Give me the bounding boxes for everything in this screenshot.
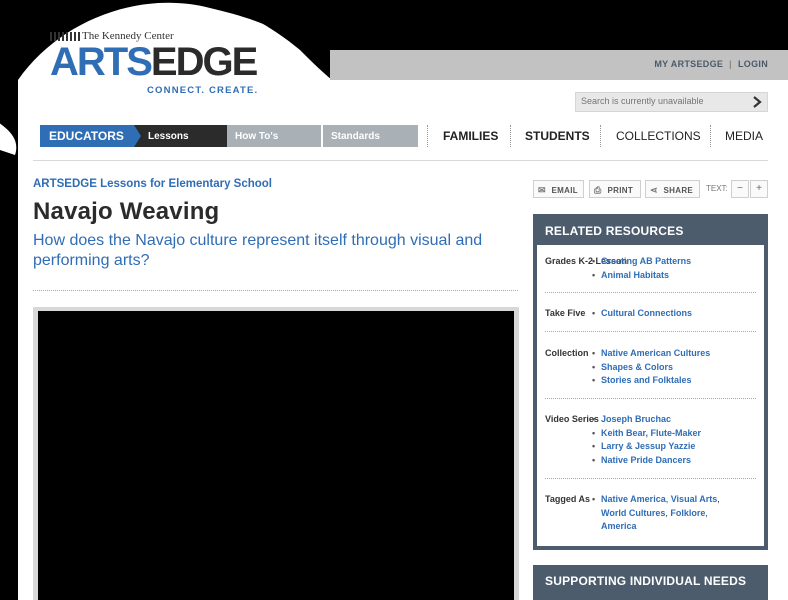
login-link[interactable]: LOGIN [738,59,768,69]
printer-icon: ⎙ [594,185,602,195]
text-increase-button[interactable]: + [750,180,768,198]
section-divider [545,292,756,293]
nav-media[interactable]: MEDIA [725,129,763,143]
section-divider [545,478,756,479]
list-item[interactable]: • Native American Cultures [592,347,710,361]
tab-educators[interactable]: EDUCATORS [40,125,134,147]
tag-list: • Native America, Visual Arts, World Cult… [592,494,720,531]
text-decrease-button[interactable]: − [731,180,749,198]
video-player[interactable] [38,311,514,600]
list-item[interactable]: • Native Pride Dancers [592,454,701,468]
list-item[interactable]: • Cultural Connections [592,307,692,321]
section-label-take-five: Take Five [545,308,586,318]
chevron-right-icon[interactable] [749,94,765,110]
email-button[interactable]: ✉ EMAIL [533,180,584,198]
print-button[interactable]: ⎙ PRINT [589,180,641,198]
section-divider [545,331,756,332]
list-item[interactable]: • Keith Bear, Flute-Maker [592,427,701,441]
section-label-video-series: Video Series [545,414,599,424]
list-item[interactable]: • Stories and Folktales [592,374,710,388]
breadcrumb[interactable]: ARTSEDGE Lessons for Elementary School [33,178,272,190]
supporting-needs-panel: SUPPORTING INDIVIDUAL NEEDS [533,565,768,600]
share-button[interactable]: ⋖ SHARE [645,180,700,198]
main-nav: EDUCATORS Lessons How To's Standards FAM… [40,125,770,147]
nav-divider [510,125,511,147]
content-divider [33,290,518,291]
my-artsedge-link[interactable]: MY ARTSEDGE [654,59,723,69]
section-label-collection: Collection [545,348,589,358]
list-item[interactable]: • Animal Habitats [592,269,691,283]
list-item[interactable]: • Shapes & Colors [592,361,710,375]
tab-standards[interactable]: Standards [323,125,418,147]
tab-lessons[interactable]: Lessons [134,125,227,147]
nav-divider-rule [33,160,768,161]
utility-separator: | [729,59,732,69]
nav-collections[interactable]: COLLECTIONS [616,129,701,143]
section-label-tagged: Tagged As [545,494,591,504]
page-stage: MY ARTSEDGE | LOGIN The Kennedy Center ART… [0,0,788,600]
utility-links: MY ARTSEDGE | LOGIN [654,59,768,69]
page-subtitle: How does the Navajo culture represent it… [33,232,483,269]
list-item[interactable]: • Larry & Jessup Yazzie [592,440,701,454]
supporting-needs-title[interactable]: SUPPORTING INDIVIDUAL NEEDS [545,574,746,588]
envelope-icon: ✉ [538,185,546,195]
tag-link[interactable]: Folklore [670,508,705,518]
list-item[interactable]: • Joseph Bruchac [592,413,701,427]
nav-students[interactable]: STUDENTS [525,129,590,143]
list-item[interactable]: • Creating AB Patterns [592,255,691,269]
section-links-video-series: • Joseph Bruchac • Keith Bear, Flute-Maker… [592,413,701,468]
search-box[interactable] [575,92,768,112]
nav-divider [427,125,428,147]
related-resources-panel: RELATED RESOURCES Grades K-2 Lesson • Cre… [533,214,768,550]
nav-divider [710,125,711,147]
tag-link[interactable]: Visual Arts [671,494,718,504]
section-divider [545,398,756,399]
logo-wordmark: ARTSEDGE [50,40,258,84]
related-resources-title: RELATED RESOURCES [545,224,684,238]
logo-tagline: CONNECT. CREATE. [147,85,259,96]
nav-divider [600,125,601,147]
tag-link[interactable]: America [601,521,637,531]
section-links-take-five: • Cultural Connections [592,307,692,321]
section-links-collection: • Native American Cultures • Shapes & Colo… [592,347,710,388]
search-input[interactable] [581,96,741,106]
tag-link[interactable]: Native America [601,494,666,504]
page-title: Navajo Weaving [33,198,220,225]
text-size-label: TEXT: [706,184,728,193]
related-resources-body: Grades K-2 Lesson • Creating AB Patterns … [537,245,764,546]
share-icon: ⋖ [650,185,658,195]
tab-howtos[interactable]: How To's [227,125,322,147]
nav-families[interactable]: FAMILIES [443,129,498,143]
artsedge-logo[interactable]: The Kennedy Center ARTSEDGE CONNECT. CRE… [50,30,260,100]
nav-arrow-notch [134,125,141,147]
utility-bar: MY ARTSEDGE | LOGIN [330,50,788,80]
tag-link[interactable]: World Cultures [601,508,665,518]
section-links-grades: • Creating AB Patterns • Animal Habitats [592,255,691,283]
